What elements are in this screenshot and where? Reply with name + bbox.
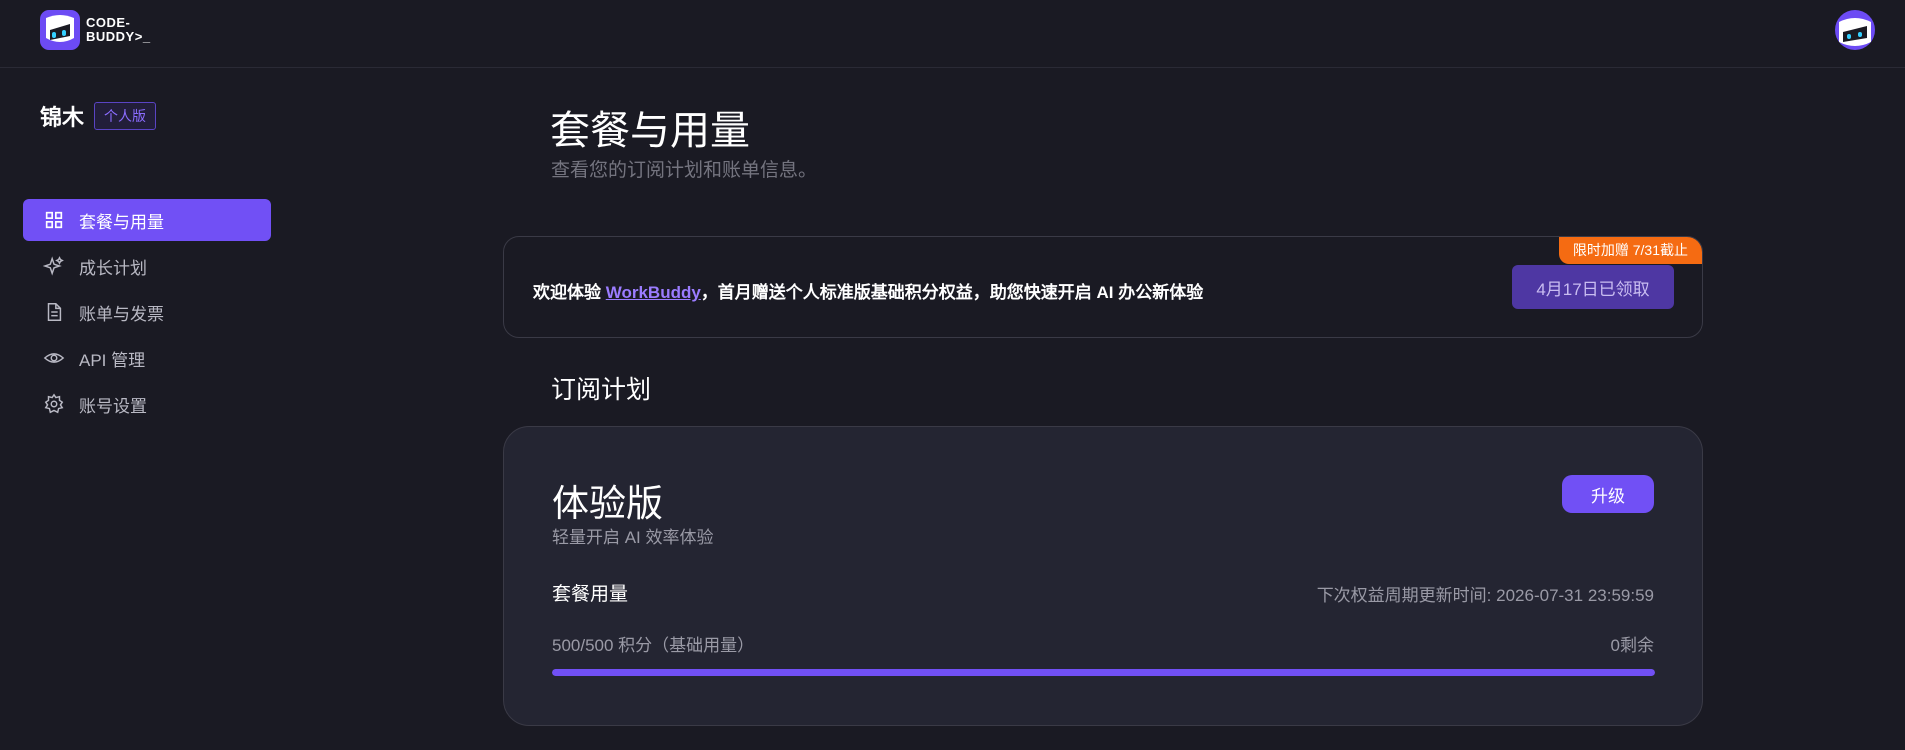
plan-card: 体验版 轻量开启 AI 效率体验 升级 套餐用量 下次权益周期更新时间: 202… <box>503 426 1703 726</box>
remaining-credits: 0剩余 <box>1610 636 1654 655</box>
workbuddy-link[interactable]: WorkBuddy <box>606 283 701 302</box>
page-subtitle: 查看您的订阅计划和账单信息。 <box>551 160 818 181</box>
renewal-time: 下次权益周期更新时间: 2026-07-31 23:59:59 <box>1316 586 1654 605</box>
usage-progress-fill <box>552 669 1655 676</box>
codebuddy-logo[interactable]: CODE- BUDDY>_ <box>40 10 151 50</box>
main-content: 套餐与用量 查看您的订阅计划和账单信息。 欢迎体验 WorkBuddy，首月赠送… <box>0 68 1905 750</box>
top-bar: CODE- BUDDY>_ <box>0 0 1905 68</box>
promo-text: 欢迎体验 WorkBuddy，首月赠送个人标准版基础积分权益，助您快速开启 AI… <box>533 278 1203 303</box>
subscription-section-title: 订阅计划 <box>551 376 652 404</box>
promo-prefix: 欢迎体验 <box>533 283 606 302</box>
promo-suffix: ，首月赠送个人标准版基础积分权益，助您快速开启 AI 办公新体验 <box>700 283 1204 302</box>
promo-ribbon: 限时加赠 7/31截止 <box>1558 237 1702 264</box>
claimed-button[interactable]: 4月17日已领取 <box>1512 265 1674 309</box>
logo-text: CODE- BUDDY>_ <box>86 15 151 44</box>
page-title: 套餐与用量 <box>550 109 750 153</box>
plan-description: 轻量开启 AI 效率体验 <box>552 528 714 547</box>
usage-count: 500/500 积分（基础用量） <box>552 636 755 655</box>
plan-name: 体验版 <box>552 483 663 524</box>
promo-banner: 欢迎体验 WorkBuddy，首月赠送个人标准版基础积分权益，助您快速开启 AI… <box>503 236 1703 338</box>
usage-progress-bar <box>552 669 1655 676</box>
logo-icon <box>40 10 80 50</box>
usage-label: 套餐用量 <box>552 584 629 605</box>
upgrade-button[interactable]: 升级 <box>1562 475 1654 513</box>
user-avatar[interactable] <box>1835 10 1875 50</box>
